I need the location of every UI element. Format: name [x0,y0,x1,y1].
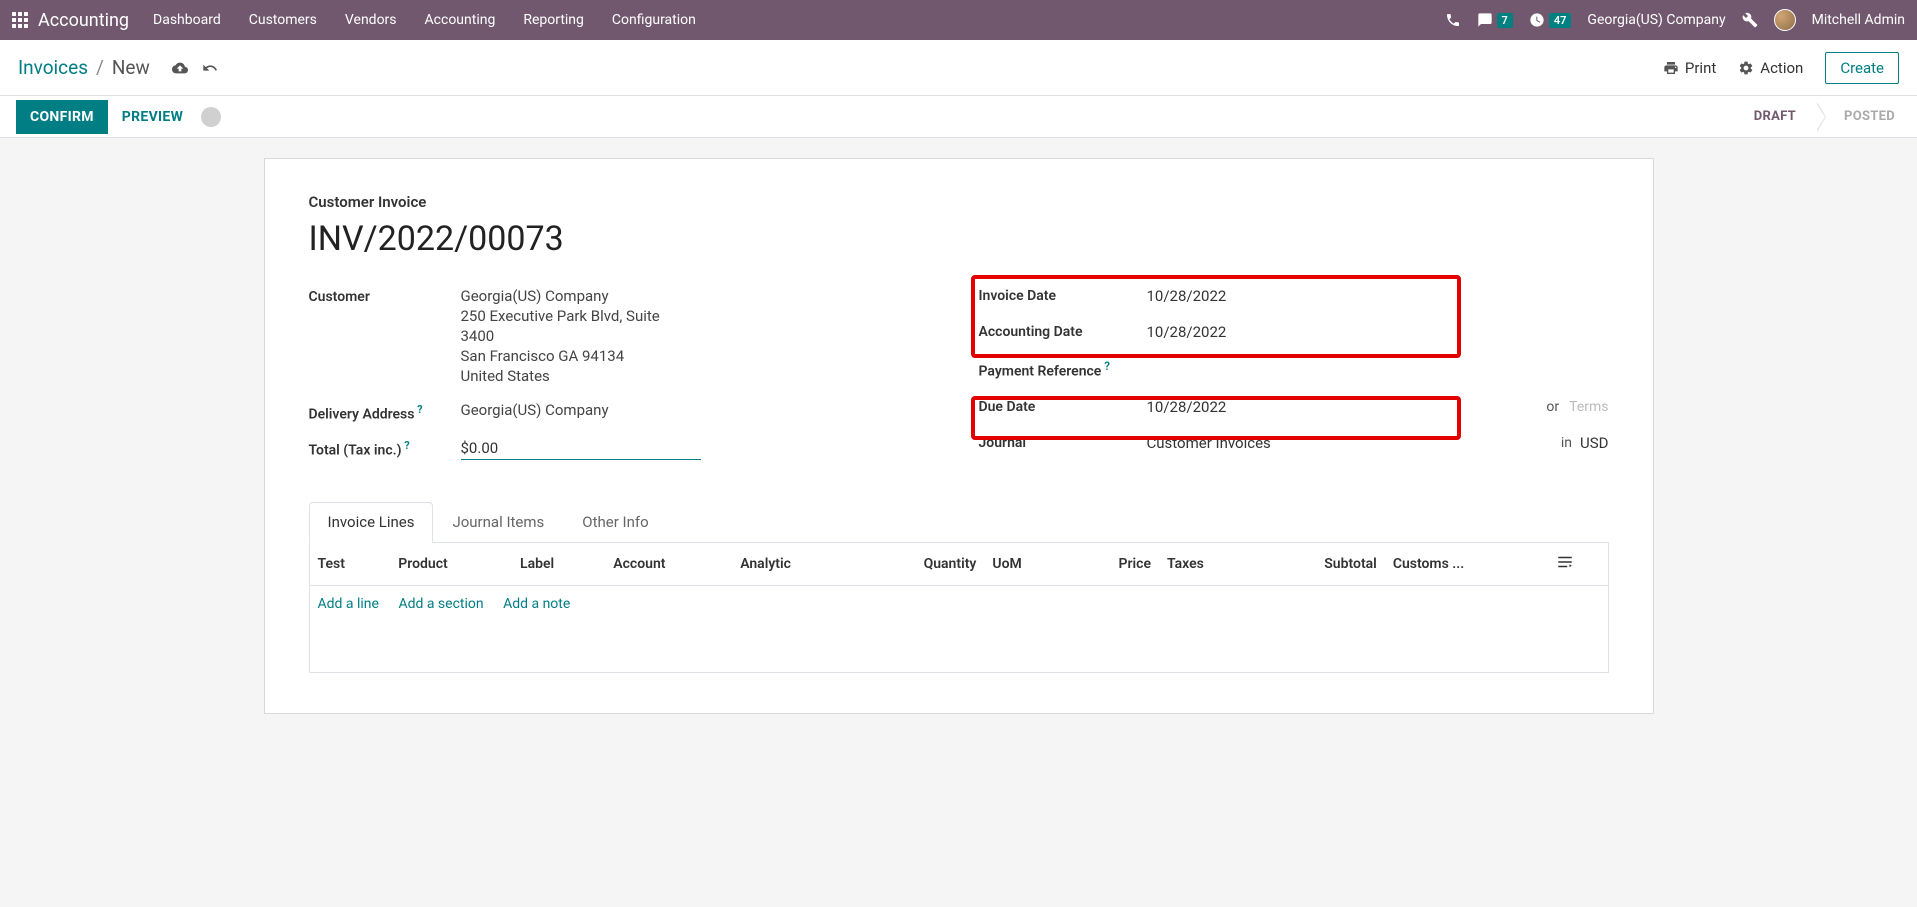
col-taxes[interactable]: Taxes [1159,543,1257,586]
total-label: Total (Tax inc.) ? [309,437,461,459]
invoice-lines-table: Test Product Label Account Analytic Quan… [309,543,1609,673]
menu-vendors[interactable]: Vendors [345,12,397,28]
tools-icon[interactable] [1742,12,1758,28]
tab-invoice-lines[interactable]: Invoice Lines [309,502,434,543]
col-options[interactable] [1548,543,1608,586]
confirm-button[interactable]: CONFIRM [16,100,108,134]
or-text: or [1546,399,1559,415]
breadcrumb: Invoices / New [18,56,218,79]
invoice-date-value[interactable]: 10/28/2022 [1147,287,1227,305]
tab-other-info[interactable]: Other Info [563,502,667,542]
app-name: Accounting [38,10,129,31]
tab-journal-items[interactable]: Journal Items [433,502,563,542]
apps-icon[interactable] [12,12,28,28]
help-icon[interactable]: ? [414,403,422,416]
currency-value[interactable]: USD [1580,434,1608,452]
user-name[interactable]: Mitchell Admin [1812,12,1905,28]
action-label: Action [1760,59,1803,77]
col-account[interactable]: Account [605,543,732,586]
table-add-row: Add a line Add a section Add a note [310,585,1608,622]
add-note-link[interactable]: Add a note [503,596,570,612]
status-row: CONFIRM PREVIEW DRAFT POSTED [0,96,1917,138]
create-button[interactable]: Create [1825,52,1899,84]
activities-count: 47 [1549,13,1572,28]
messages-badge[interactable]: 7 [1477,12,1513,28]
total-input[interactable] [461,437,701,460]
settings-icon [1556,553,1574,571]
breadcrumb-current: New [112,56,150,79]
col-product[interactable]: Product [390,543,512,586]
top-navbar: Accounting Dashboard Customers Vendors A… [0,0,1917,40]
status-posted[interactable]: POSTED [1818,96,1917,137]
due-date-value[interactable]: 10/28/2022 [1147,398,1227,416]
delivery-label: Delivery Address ? [309,401,461,423]
clock-icon [1529,12,1545,28]
col-subtotal[interactable]: Subtotal [1257,543,1385,586]
accounting-date-value[interactable]: 10/28/2022 [1147,323,1227,341]
accounting-date-label: Accounting Date [979,324,1147,340]
payment-ref-label: Payment Reference ? [979,359,1147,380]
menu-dashboard[interactable]: Dashboard [153,12,221,28]
print-label: Print [1685,59,1716,77]
user-avatar[interactable] [1774,9,1796,31]
preview-button[interactable]: PREVIEW [108,100,197,134]
due-date-label: Due Date [979,399,1147,415]
form-title[interactable]: INV/2022/00073 [309,219,1609,259]
chat-icon [1477,12,1493,28]
journal-label: Journal [979,435,1147,451]
terms-placeholder[interactable]: Terms [1569,399,1608,415]
follower-avatar-icon[interactable] [201,107,221,127]
toolbar-row: Invoices / New Print Action Create [0,40,1917,96]
form-sheet: Customer Invoice INV/2022/00073 Customer… [264,158,1654,714]
menu-reporting[interactable]: Reporting [523,12,584,28]
phone-icon[interactable] [1445,12,1461,28]
col-analytic[interactable]: Analytic [732,543,856,586]
breadcrumb-root[interactable]: Invoices [18,56,88,79]
add-section-link[interactable]: Add a section [398,596,483,612]
breadcrumb-separator: / [96,56,104,79]
add-line-link[interactable]: Add a line [318,596,379,612]
status-draft[interactable]: DRAFT [1728,96,1818,137]
col-label[interactable]: Label [512,543,605,586]
help-icon[interactable]: ? [402,439,410,452]
table-header-row: Test Product Label Account Analytic Quan… [310,543,1608,586]
col-uom[interactable]: UoM [984,543,1068,586]
form-subtitle: Customer Invoice [309,193,1609,211]
company-switcher[interactable]: Georgia(US) Company [1587,12,1725,28]
navbar-menu: Dashboard Customers Vendors Accounting R… [153,12,696,28]
customer-label: Customer [309,287,461,305]
activities-badge[interactable]: 47 [1529,12,1572,28]
tabs: Invoice Lines Journal Items Other Info [309,502,1609,543]
print-icon [1663,60,1679,76]
customer-value[interactable]: Georgia(US) Company 250 Executive Park B… [461,287,660,387]
print-button[interactable]: Print [1663,59,1716,77]
menu-accounting[interactable]: Accounting [425,12,496,28]
delivery-value[interactable]: Georgia(US) Company [461,401,609,419]
messages-count: 7 [1497,13,1513,28]
cloud-save-icon[interactable] [172,60,188,76]
gear-icon [1738,60,1754,76]
help-icon[interactable]: ? [1101,359,1110,373]
menu-configuration[interactable]: Configuration [612,12,696,28]
invoice-date-label: Invoice Date [979,288,1147,304]
form-left-column: Customer Georgia(US) Company 250 Executi… [309,287,939,474]
in-text: in [1561,435,1572,451]
statusbar: DRAFT POSTED [1728,96,1917,137]
col-price[interactable]: Price [1069,543,1159,586]
app-brand[interactable]: Accounting [12,10,129,31]
col-quantity[interactable]: Quantity [856,543,984,586]
journal-value[interactable]: Customer Invoices [1147,434,1271,452]
action-button[interactable]: Action [1738,59,1803,77]
menu-customers[interactable]: Customers [249,12,317,28]
discard-icon[interactable] [202,60,218,76]
col-customs[interactable]: Customs ... [1385,543,1548,586]
col-test[interactable]: Test [310,543,391,586]
form-right-column: Invoice Date 10/28/2022 Accounting Date … [979,287,1609,474]
